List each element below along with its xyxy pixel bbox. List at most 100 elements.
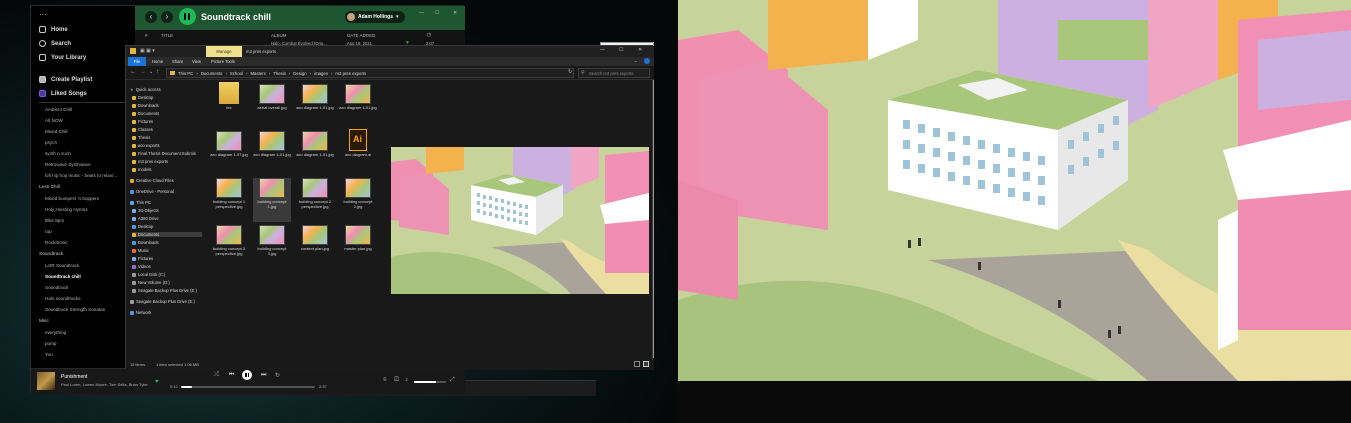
nav-network[interactable]: Network: [130, 310, 151, 315]
forward-arrow-icon[interactable]: ›: [161, 11, 173, 23]
maximize-button[interactable]: ☐: [435, 10, 439, 16]
volume-slider[interactable]: [414, 381, 446, 383]
breadcrumb-item[interactable]: Masters: [250, 71, 265, 76]
playlist-item[interactable]: Halo soundtracks: [45, 296, 81, 301]
playlist-item[interactable]: pump: [45, 341, 57, 346]
help-icon[interactable]: [644, 58, 650, 64]
volume-icon[interactable]: ♪: [405, 377, 408, 383]
playlist-item[interactable]: Soundtrack: [45, 285, 68, 290]
next-icon[interactable]: ⏭: [261, 372, 266, 379]
nav-item[interactable]: Seagate Backup Plus Drive (E:): [132, 288, 197, 293]
playlist-item[interactable]: rap: [45, 229, 52, 234]
nav-item[interactable]: Classes: [132, 127, 153, 132]
search-box[interactable]: ⚲ Search m3 pres exports: [578, 68, 650, 78]
breadcrumb-item[interactable]: Documents: [201, 71, 223, 76]
image-file-item[interactable]: axo diagram 1-01.jpg: [296, 84, 334, 128]
playlist-item[interactable]: Ambient Chill: [45, 107, 72, 112]
breadcrumb-item[interactable]: This PC: [178, 71, 193, 76]
nav-home[interactable]: Home: [39, 26, 68, 33]
playlist-item[interactable]: LotR Soundtrack: [45, 263, 79, 268]
nav-onedrive[interactable]: OneDrive - Personal: [130, 189, 174, 194]
playlist-item[interactable]: Rockitronic: [45, 240, 68, 245]
image-file-item[interactable]: building concept 3.jpg: [253, 225, 291, 269]
playlist-item-active[interactable]: Soundtrack chill: [45, 274, 81, 279]
folder-misc[interactable]: Misc: [39, 319, 49, 324]
track-title[interactable]: Punishment: [61, 374, 87, 380]
nav-item[interactable]: Final Thesis Document Submis: [132, 151, 196, 156]
progress-bar[interactable]: [181, 386, 315, 388]
ribbon-tab-file[interactable]: File: [128, 57, 146, 66]
image-file-item[interactable]: building concept 1 perspective.jpg: [210, 178, 248, 222]
quick-access-toolbar-icon[interactable]: ▣ ▣ ▾: [140, 48, 155, 54]
image-file-item[interactable]: axo diagram 1-07.jpg: [210, 131, 248, 175]
image-file-item[interactable]: building concept 3 perspective.jpg: [210, 225, 248, 269]
nav-item[interactable]: models: [132, 167, 152, 172]
liked-songs-button[interactable]: Liked Songs: [39, 90, 87, 97]
ribbon-tab-home[interactable]: Home: [152, 59, 163, 64]
breadcrumb-item[interactable]: School: [230, 71, 243, 76]
nav-item[interactable]: Desktop: [132, 95, 153, 100]
breadcrumb-item[interactable]: m3 pres exports: [335, 71, 366, 76]
image-file-item[interactable]: axo diagram 1-01.jpg: [296, 131, 334, 175]
nav-item[interactable]: Thesis: [132, 135, 150, 140]
ribbon-tab-picture-tools[interactable]: Picture Tools: [211, 59, 235, 64]
playlist-item[interactable]: Holy Hoisting Hymns: [45, 207, 88, 212]
image-file-item[interactable]: master plan.jpg: [339, 225, 377, 269]
nav-item[interactable]: Pictures: [132, 256, 153, 261]
breadcrumb-item[interactable]: Design: [293, 71, 306, 76]
illustrator-file-item[interactable]: Ai axo diagram.ai: [339, 129, 377, 175]
breadcrumb-item[interactable]: images: [314, 71, 328, 76]
image-file-item[interactable]: aerial overall.jpg: [253, 84, 291, 128]
nav-item[interactable]: New Volume (D:): [132, 280, 170, 285]
nav-creative-cloud[interactable]: Creative Cloud Files: [130, 178, 174, 183]
nav-item[interactable]: Videos: [132, 264, 151, 269]
playlist-item[interactable]: Bike 8pm: [45, 218, 64, 223]
nav-this-pc[interactable]: This PC: [130, 200, 151, 205]
shuffle-icon[interactable]: ⤮: [214, 372, 219, 379]
nav-item[interactable]: 3D Objects: [132, 208, 159, 213]
minimize-button[interactable]: —: [600, 47, 605, 53]
create-playlist-button[interactable]: Create Playlist: [39, 76, 92, 83]
image-file-item[interactable]: context plan.jpg: [296, 225, 334, 269]
playlist-item[interactable]: everything: [45, 330, 66, 335]
nav-item[interactable]: m3 pres exports: [132, 159, 168, 164]
back-arrow-icon[interactable]: ←: [130, 69, 136, 75]
playlist-item[interactable]: Retrowave Synthwave: [45, 162, 91, 167]
folder-soundtrack[interactable]: Soundtrack: [39, 252, 63, 257]
nav-item[interactable]: Local Disk (C:): [132, 272, 165, 277]
nav-search[interactable]: Search: [39, 40, 71, 47]
recent-locations-icon[interactable]: ⌄: [149, 69, 153, 75]
refresh-icon[interactable]: ↻: [568, 69, 572, 75]
playlist-item[interactable]: Mixed bumpers 'n boppers: [45, 196, 99, 201]
playlist-item[interactable]: synth n such: [45, 151, 71, 156]
minimize-button[interactable]: —: [419, 10, 424, 16]
large-icons-view-icon[interactable]: [643, 361, 649, 367]
nav-item[interactable]: Desktop: [132, 224, 153, 229]
repeat-icon[interactable]: ↻: [275, 372, 280, 379]
image-file-item[interactable]: building concept 2.jpg: [339, 178, 377, 222]
back-arrow-icon[interactable]: ‹: [145, 11, 157, 23]
folder-item[interactable]: tex: [210, 82, 248, 128]
playlist-item[interactable]: Alt NOW: [45, 118, 63, 123]
file-explorer-window[interactable]: ▣ ▣ ▾ Manage m3 pres exports — ☐ ✕ File …: [125, 45, 654, 370]
forward-arrow-icon[interactable]: →: [140, 69, 146, 75]
nav-item[interactable]: Seagate Backup Plus Drive (E:): [130, 299, 195, 304]
close-button[interactable]: ✕: [638, 47, 642, 53]
nav-item-selected[interactable]: Documents: [132, 232, 202, 237]
nav-item[interactable]: Documents: [132, 111, 159, 116]
devices-icon[interactable]: ⎚: [394, 377, 399, 384]
nav-item[interactable]: Downloads: [132, 103, 159, 108]
play-pause-button[interactable]: [179, 8, 196, 25]
user-menu[interactable]: Adam Hollings ▾: [345, 11, 405, 23]
breadcrumb-item[interactable]: Thesis: [273, 71, 286, 76]
close-button[interactable]: ✕: [453, 10, 457, 16]
nav-item[interactable]: Music: [132, 248, 149, 253]
track-artists[interactable]: Paul Loren, Lowen Moore, Tom Sella, Bria…: [61, 382, 148, 387]
manage-tab[interactable]: Manage: [206, 46, 242, 57]
playlist-item[interactable]: Mixed Chill: [45, 129, 67, 134]
nav-library[interactable]: Your Library: [39, 54, 86, 61]
search-input[interactable]: Search m3 pres exports: [589, 71, 633, 76]
nav-quick-access[interactable]: ★ Quick access: [130, 87, 161, 92]
playlist-item[interactable]: You: [45, 352, 53, 357]
ribbon-tab-share[interactable]: Share: [172, 59, 183, 64]
